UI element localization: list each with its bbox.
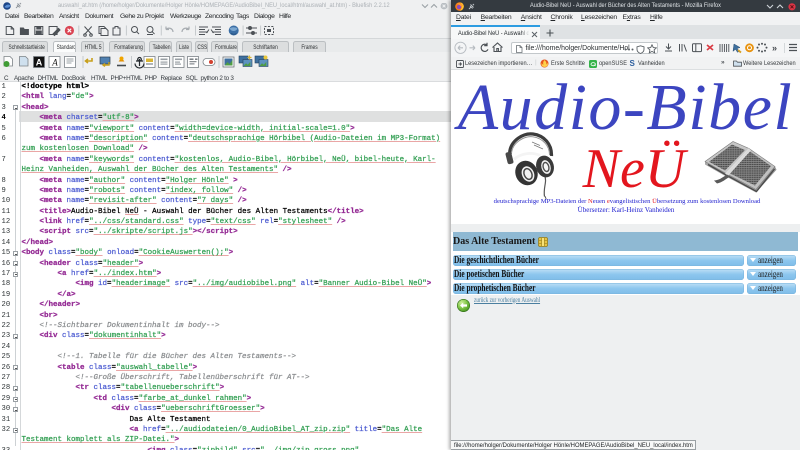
- svg-text:A: A: [36, 58, 43, 68]
- svg-text:A: A: [51, 58, 58, 68]
- svg-text:»: »: [772, 43, 777, 53]
